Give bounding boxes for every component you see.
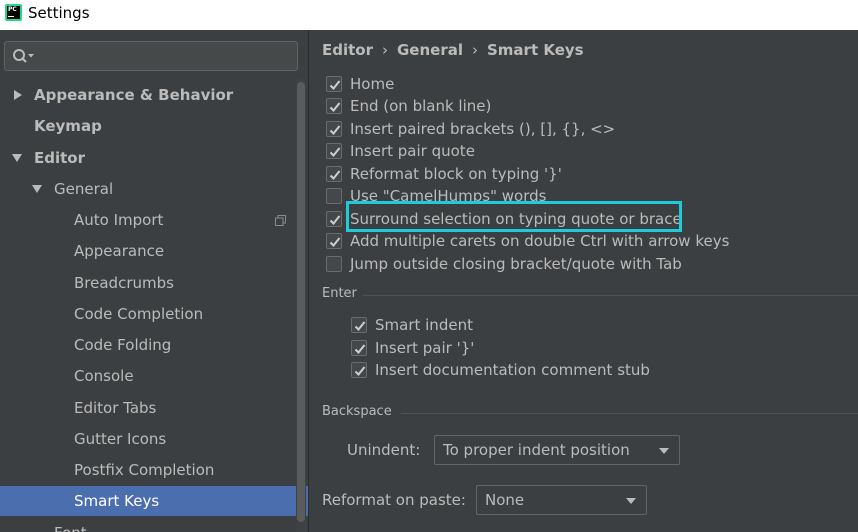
tree-item-label: Keymap	[34, 117, 102, 135]
checkbox[interactable]	[326, 233, 342, 249]
tree-item-label: Postfix Completion	[74, 461, 215, 479]
tree-scrollbar[interactable]	[296, 78, 306, 532]
checkmark-icon	[329, 125, 341, 135]
window-title: Settings	[28, 4, 90, 22]
breadcrumb-item: Smart Keys	[487, 41, 584, 59]
checkmark-icon	[354, 366, 366, 376]
tree-item-font[interactable]: Font	[0, 518, 296, 532]
settings-content-pane: Editor › General › Smart Keys Home End (on b…	[309, 30, 858, 532]
unindent-select[interactable]: To proper indent position	[434, 435, 680, 465]
tree-item-editor[interactable]: Editor	[0, 143, 296, 173]
tree-item-editor-tabs[interactable]: Editor Tabs	[0, 393, 296, 423]
checkbox[interactable]	[326, 76, 342, 92]
tree-item-label: Breadcrumbs	[74, 274, 174, 292]
checkbox[interactable]	[326, 256, 342, 272]
tree-item-label: Smart Keys	[74, 492, 160, 510]
breadcrumb-separator: ›	[472, 41, 478, 59]
option-label: Insert documentation comment stub	[375, 361, 650, 379]
checkbox[interactable]	[326, 166, 342, 182]
breadcrumb-item: General	[397, 41, 463, 59]
checkbox[interactable]	[326, 121, 342, 137]
option-label: End (on blank line)	[350, 97, 492, 115]
section-title-backspace: Backspace	[322, 404, 392, 419]
tree-item-code-completion[interactable]: Code Completion	[0, 299, 296, 329]
option-label: Home	[350, 75, 395, 93]
section-title-enter: Enter	[322, 286, 357, 301]
scrollbar-thumb[interactable]	[297, 82, 305, 522]
tree-item-label: Console	[74, 367, 134, 385]
section-divider	[401, 413, 858, 414]
checkmark-icon	[329, 147, 341, 157]
tree-item-smart-keys[interactable]: Smart Keys	[0, 486, 308, 516]
checkmark-icon	[329, 215, 341, 225]
section-divider	[363, 295, 858, 296]
breadcrumb: Editor › General › Smart Keys	[322, 41, 584, 59]
tree-item-label: General	[54, 180, 114, 198]
checkmark-icon	[329, 102, 341, 112]
checkmark-icon	[329, 80, 341, 90]
tree-item-code-folding[interactable]: Code Folding	[0, 330, 296, 360]
pycharm-logo-icon: PC	[5, 4, 22, 21]
tree-item-general[interactable]: General	[0, 174, 296, 204]
option-label: Reformat block on typing '}'	[350, 165, 562, 183]
reformat-select-value: None	[485, 491, 525, 509]
tree-item-postfix-completion[interactable]: Postfix Completion	[0, 455, 296, 485]
chevron-down-icon	[626, 498, 636, 504]
tree-item-label: Appearance & Behavior	[34, 86, 234, 104]
checkbox[interactable]	[351, 340, 367, 356]
checkmark-icon	[354, 344, 366, 354]
option-label: Jump outside closing bracket/quote with …	[350, 255, 682, 273]
checkbox[interactable]	[326, 211, 342, 227]
tree-item-breadcrumbs[interactable]: Breadcrumbs	[0, 268, 296, 298]
tree-item-keymap[interactable]: Keymap	[0, 111, 296, 141]
settings-tree-pane: Appearance & Behavior Keymap Editor Gene…	[0, 30, 308, 532]
tree-item-appearance-behavior[interactable]: Appearance & Behavior	[0, 80, 296, 110]
tree-item-auto-import[interactable]: Auto Import	[0, 205, 296, 235]
breadcrumb-item: Editor	[322, 41, 373, 59]
breadcrumb-separator: ›	[382, 41, 388, 59]
tree-item-label: Editor Tabs	[74, 399, 157, 417]
unindent-select-value: To proper indent position	[443, 441, 630, 459]
checkbox[interactable]	[326, 188, 342, 204]
option-label: Insert pair quote	[350, 142, 475, 160]
option-label: Add multiple carets on double Ctrl with …	[350, 232, 730, 250]
project-settings-icon	[275, 215, 286, 226]
tree-item-label: Code Folding	[74, 336, 172, 354]
checkbox[interactable]	[326, 143, 342, 159]
search-icon	[13, 49, 34, 63]
tree-item-label: Code Completion	[74, 305, 204, 323]
tree-item-label: Auto Import	[74, 211, 164, 229]
chevron-down-icon[interactable]	[10, 143, 24, 173]
tree-item-console[interactable]: Console	[0, 361, 296, 391]
checkbox[interactable]	[326, 98, 342, 114]
checkmark-icon	[329, 237, 341, 247]
checkbox[interactable]	[351, 317, 367, 333]
tree-item-gutter-icons[interactable]: Gutter Icons	[0, 424, 296, 454]
tree-item-label: Font	[54, 518, 87, 532]
chevron-down-icon[interactable]	[30, 174, 44, 204]
tree-item-appearance[interactable]: Appearance	[0, 236, 296, 266]
highlight-annotation-box	[346, 201, 682, 232]
tree-item-label: Appearance	[74, 242, 165, 260]
checkmark-icon	[354, 321, 366, 331]
option-label: Insert paired brackets (), [], {}, <>	[350, 120, 616, 138]
chevron-right-icon[interactable]	[11, 80, 25, 110]
reformat-on-paste-label: Reformat on paste:	[322, 491, 466, 509]
tree-item-label: Editor	[34, 149, 85, 167]
unindent-label: Unindent:	[347, 441, 421, 459]
title-bar: PC Settings	[0, 0, 858, 30]
reformat-on-paste-select[interactable]: None	[476, 485, 647, 515]
checkbox[interactable]	[351, 362, 367, 378]
option-label: Insert pair '}'	[375, 339, 475, 357]
chevron-down-icon	[659, 448, 669, 454]
search-input[interactable]	[4, 41, 298, 71]
option-label: Smart indent	[375, 316, 473, 334]
tree-item-label: Gutter Icons	[74, 430, 167, 448]
checkmark-icon	[329, 170, 341, 180]
